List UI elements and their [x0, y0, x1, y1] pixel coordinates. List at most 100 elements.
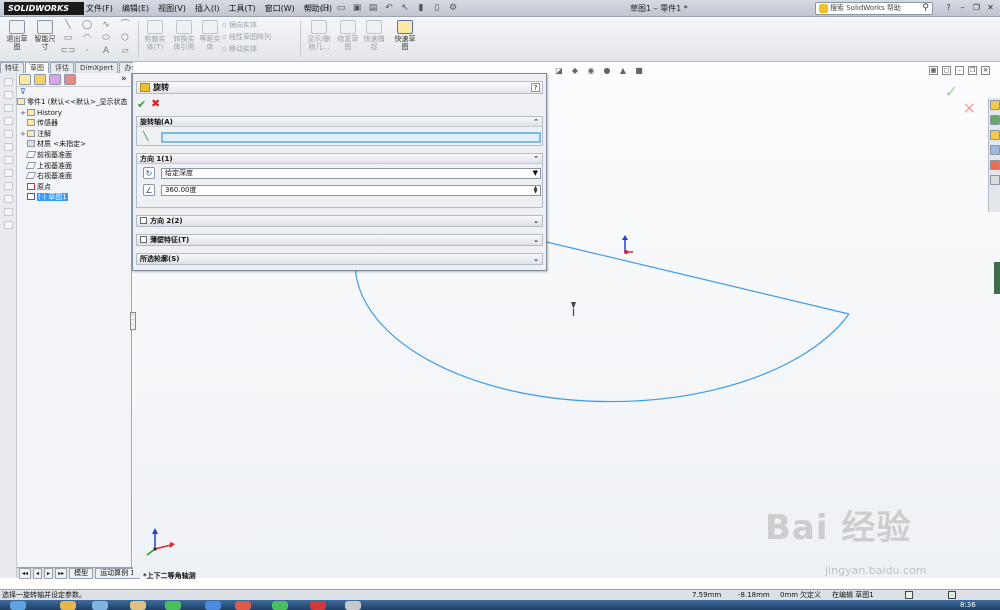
- help-icon[interactable]: ?: [531, 83, 540, 92]
- repair-sketch-button[interactable]: 修复草 图: [336, 20, 360, 51]
- appearances-icon[interactable]: [990, 160, 1000, 170]
- text-icon[interactable]: A: [98, 45, 114, 57]
- taskbar-app-icon[interactable]: [205, 601, 221, 610]
- rebuild-icon[interactable]: ▮: [416, 3, 426, 13]
- design-library-icon[interactable]: [990, 115, 1000, 125]
- viewport-restore-icon[interactable]: ❐: [968, 66, 977, 75]
- next-page-icon[interactable]: ▸: [44, 567, 54, 579]
- close-icon[interactable]: ✕: [985, 2, 996, 13]
- panel-splitter-handle[interactable]: · · ·: [130, 312, 136, 330]
- strip-icon[interactable]: [3, 182, 13, 190]
- expand-toggle[interactable]: +: [20, 129, 27, 140]
- slot-icon[interactable]: ⊂⊃: [60, 45, 76, 57]
- strip-icon[interactable]: [3, 221, 13, 229]
- mirror-entities-button[interactable]: 镜向实体: [222, 19, 271, 31]
- strip-icon[interactable]: [3, 78, 13, 86]
- menu-tools[interactable]: 工具(T): [228, 3, 255, 14]
- selected-contours-header[interactable]: 所选轮廓(S) ⌄: [137, 254, 542, 264]
- menu-insert[interactable]: 插入(I): [195, 3, 220, 14]
- first-page-icon[interactable]: ◂◂: [19, 567, 32, 579]
- taskbar-app-icon[interactable]: [165, 601, 181, 610]
- strip-icon[interactable]: [3, 156, 13, 164]
- file-explorer-icon[interactable]: [990, 130, 1000, 140]
- select-icon[interactable]: ↖: [400, 3, 410, 13]
- collapse-chevron-icon[interactable]: ⌃: [533, 154, 539, 164]
- axis-selection-field[interactable]: [161, 132, 541, 143]
- strip-icon[interactable]: [3, 104, 13, 112]
- spline-icon[interactable]: ∿: [98, 19, 114, 31]
- tab-dimxpert[interactable]: DimXpert: [75, 62, 119, 73]
- resources-icon[interactable]: [990, 100, 1000, 110]
- viewport-split-icon[interactable]: ▦: [929, 66, 938, 75]
- display-relations-button[interactable]: 显示/删 除几…: [304, 20, 334, 51]
- tab-features[interactable]: 特征: [0, 62, 24, 73]
- sketch-line[interactable]: [512, 233, 850, 315]
- taskbar-app-icon[interactable]: [235, 601, 251, 610]
- circle-icon[interactable]: ◯: [79, 19, 95, 31]
- line-icon[interactable]: ╲: [60, 19, 76, 31]
- options-icon[interactable]: ⚙: [448, 3, 458, 13]
- taskbar-app-icon[interactable]: [345, 601, 361, 610]
- restore-icon[interactable]: ❐: [971, 2, 982, 13]
- reverse-direction-icon[interactable]: ↻: [143, 167, 155, 179]
- feature-manager-tab-icon[interactable]: [19, 74, 31, 85]
- view-orientation-icon[interactable]: ◪: [553, 66, 565, 75]
- trim-button[interactable]: 剪裁实 体(T): [141, 20, 169, 51]
- property-manager-tab-icon[interactable]: [34, 74, 46, 85]
- exit-sketch-button[interactable]: 退出草 图: [4, 20, 30, 51]
- expand-chevron-icon[interactable]: ⌄: [533, 235, 539, 245]
- config-manager-tab-icon[interactable]: [49, 74, 61, 85]
- strip-icon[interactable]: [3, 208, 13, 216]
- plane-icon[interactable]: ▱: [117, 45, 133, 57]
- smart-dimension-button[interactable]: 智能尺 寸: [32, 20, 58, 51]
- last-page-icon[interactable]: ▸▸: [55, 567, 68, 579]
- axis-group-header[interactable]: 旋转轴(A) ⌃: [137, 117, 542, 127]
- undo-icon[interactable]: ↶: [384, 3, 394, 13]
- strip-icon[interactable]: [3, 117, 13, 125]
- expand-toggle[interactable]: +: [20, 108, 27, 119]
- linear-pattern-button[interactable]: 线性草图阵列: [222, 31, 271, 43]
- open-icon[interactable]: ▭: [336, 3, 346, 13]
- fillet-icon[interactable]: ⌒: [117, 19, 133, 31]
- status-icon[interactable]: [905, 591, 913, 599]
- offset-entities-button[interactable]: 等距实 体: [199, 20, 221, 51]
- confirm-ok-icon[interactable]: ✓: [945, 82, 958, 101]
- point-icon[interactable]: ·: [79, 45, 95, 57]
- minimize-icon[interactable]: –: [957, 2, 968, 13]
- help-icon[interactable]: ?: [943, 2, 954, 13]
- start-button-icon[interactable]: [10, 601, 26, 610]
- tree-item-sensors[interactable]: 传感器: [17, 118, 131, 129]
- file-props-icon[interactable]: ▯: [432, 3, 442, 13]
- filter-icon[interactable]: ⊽: [17, 87, 131, 97]
- ellipse-icon[interactable]: ⬭: [98, 32, 114, 44]
- thin-feature-header[interactable]: 薄壁特征(T) ⌄: [137, 235, 542, 245]
- arc-icon[interactable]: ◠: [79, 32, 95, 44]
- strip-icon[interactable]: [3, 169, 13, 177]
- expand-chevron-icon[interactable]: ⌄: [533, 216, 539, 226]
- polygon-icon[interactable]: ⬡: [117, 32, 133, 44]
- menu-window[interactable]: 窗口(W): [265, 3, 295, 14]
- tree-item-annotations[interactable]: + 注解: [17, 129, 131, 140]
- search-icon[interactable]: ⚲: [922, 3, 929, 14]
- viewport-close-icon[interactable]: ✕: [981, 66, 990, 75]
- tree-item-front-plane[interactable]: 前视基准面: [17, 150, 131, 161]
- tab-evaluate[interactable]: 评估: [50, 62, 74, 73]
- rapid-sketch-button[interactable]: 快速草 图: [392, 20, 418, 51]
- cancel-x-icon[interactable]: ✖: [151, 97, 160, 110]
- end-condition-select[interactable]: 给定深度 ▼: [161, 168, 541, 179]
- strip-icon[interactable]: [3, 91, 13, 99]
- save-icon[interactable]: ▣: [352, 3, 362, 13]
- strip-icon[interactable]: [3, 143, 13, 151]
- menu-file[interactable]: 文件(F): [86, 3, 113, 14]
- tree-item-right-plane[interactable]: 右视基准面: [17, 171, 131, 182]
- tree-root[interactable]: 零件1 (默认<<默认>_显示状态: [17, 97, 131, 108]
- direction2-header[interactable]: 方向 2(2) ⌄: [137, 216, 542, 226]
- ok-check-icon[interactable]: ✔: [137, 98, 146, 111]
- taskbar-app-icon[interactable]: [130, 601, 146, 610]
- tree-item-origin[interactable]: 原点: [17, 182, 131, 193]
- taskbar-app-icon[interactable]: [92, 601, 108, 610]
- viewport-minimize-icon[interactable]: –: [955, 66, 964, 75]
- print-icon[interactable]: ▤: [368, 3, 378, 13]
- side-flag[interactable]: [994, 262, 1000, 294]
- direction2-checkbox[interactable]: [140, 217, 147, 224]
